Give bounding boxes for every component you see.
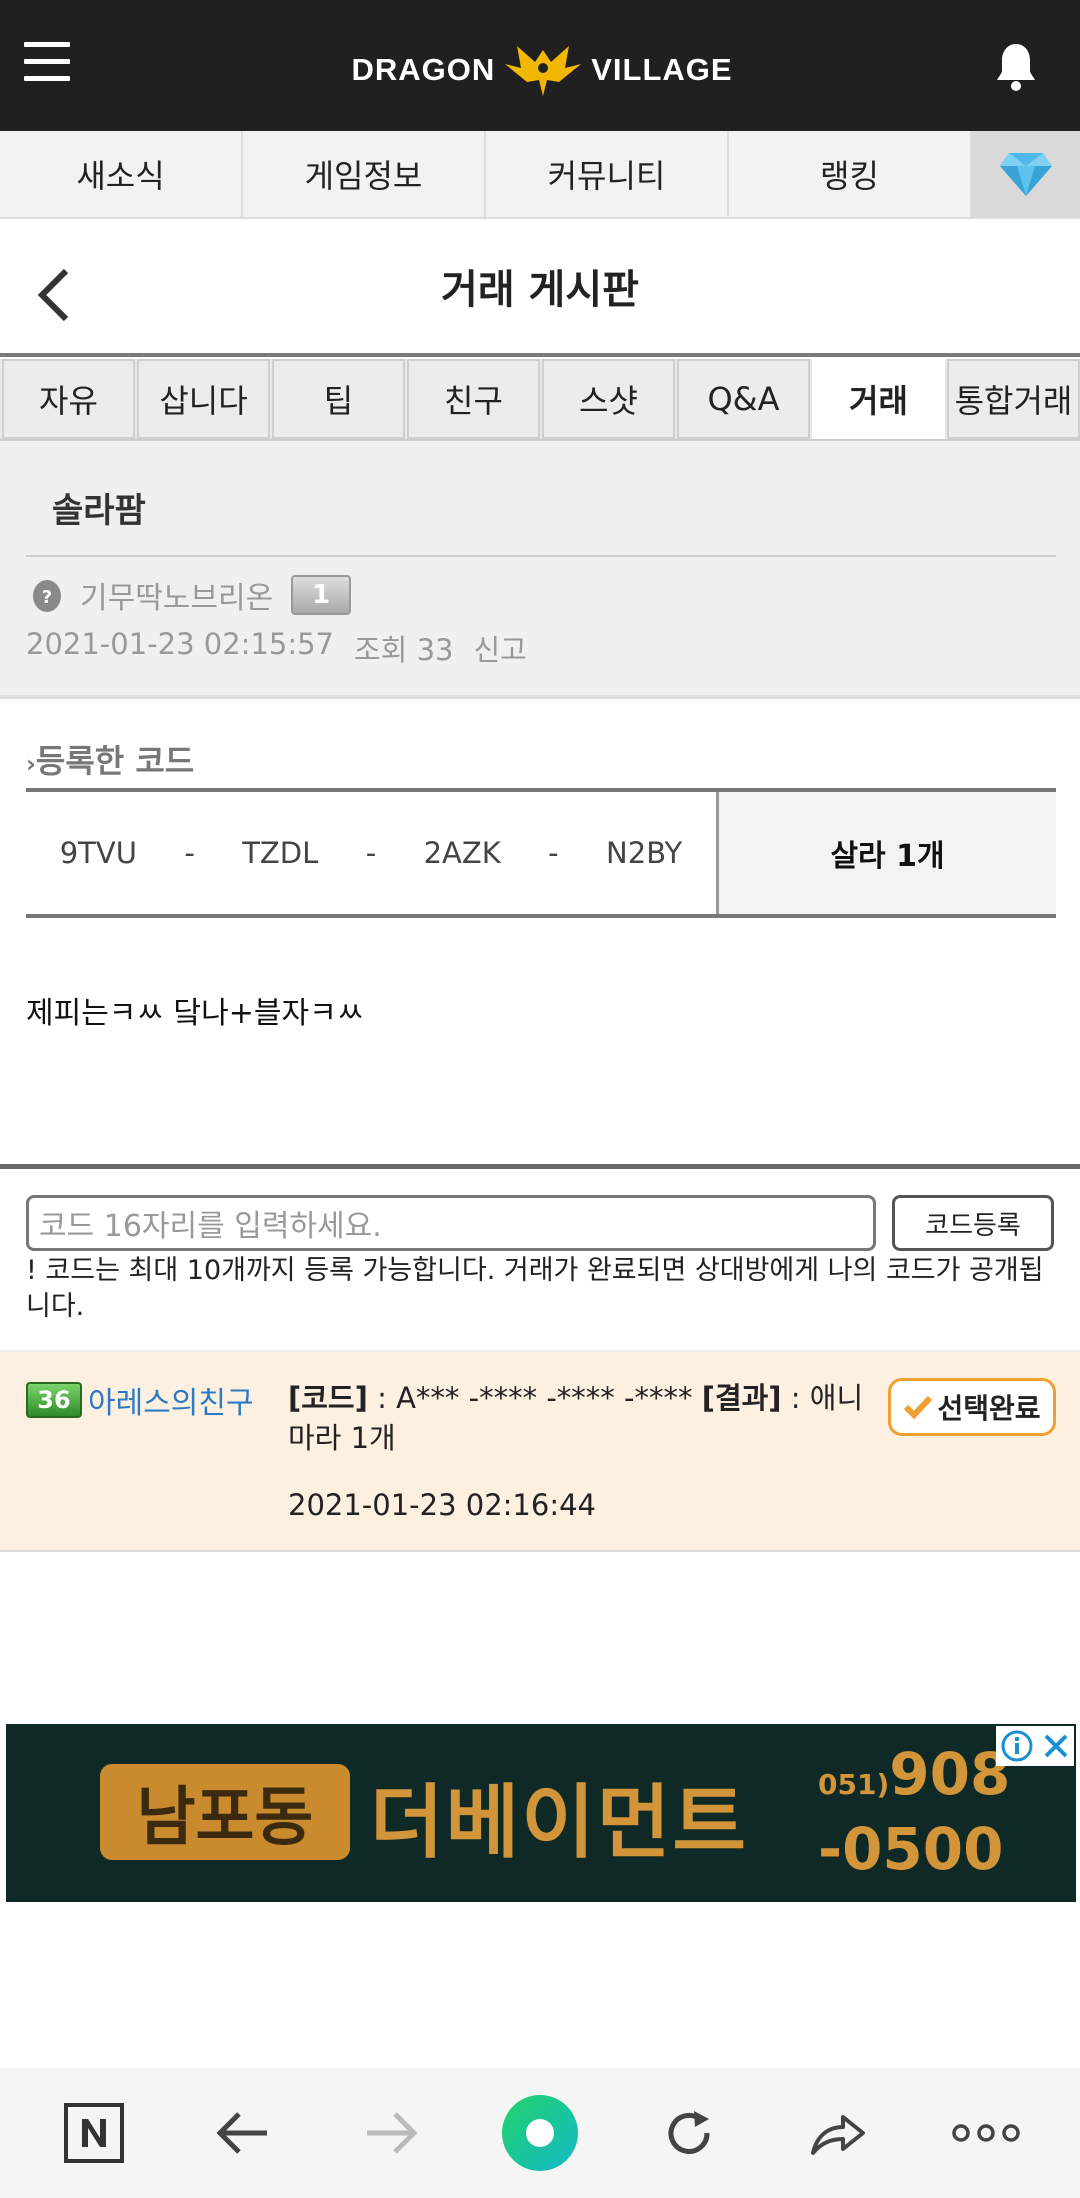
browser-toolbar	[0, 2068, 1080, 2198]
home-button[interactable]	[49, 2088, 139, 2178]
menu-icon[interactable]	[24, 42, 70, 82]
nav-item-game-info[interactable]: 게임정보	[243, 131, 486, 217]
dragon-logo-icon	[505, 46, 582, 96]
ad-phone-line2: -0500	[818, 1815, 1004, 1883]
chevron-right-icon: ›	[26, 750, 36, 778]
more-icon	[951, 2124, 1020, 2142]
tab-tips[interactable]: 팁	[272, 359, 405, 439]
nav-item-shop[interactable]	[972, 131, 1080, 217]
share-icon	[811, 2115, 866, 2155]
code-notice: ! 코드는 최대 10개까지 등록 가능합니다. 거래가 완료되면 상대방에게 …	[26, 1255, 1044, 1322]
offer-date: 2021-01-23 02:16:44	[288, 1488, 596, 1522]
code-section-title: ›등록한 코드	[26, 736, 194, 782]
bell-icon[interactable]	[994, 40, 1038, 92]
page-header: 거래 게시판	[0, 219, 1080, 357]
more-button[interactable]	[941, 2088, 1031, 2178]
green-circle-icon	[501, 2095, 578, 2171]
registered-code-box: 9TVU - TZDL - 2AZK - N2BY 살라 1개	[26, 788, 1056, 918]
ad-phone-line1: 908	[889, 1740, 1011, 1808]
tab-friends[interactable]: 친구	[407, 359, 540, 439]
code-separator: -	[365, 836, 377, 870]
code-section-label: 등록한 코드	[35, 742, 195, 780]
back-button[interactable]	[198, 2088, 288, 2178]
trade-offer: 36 아레스의친구 [코드] : A*** -**** -**** -**** …	[0, 1350, 1080, 1552]
arrow-left-icon	[216, 2112, 267, 2154]
code-part-4: N2BY	[606, 836, 683, 870]
code-separator: -	[548, 836, 559, 870]
select-complete-button[interactable]: 선택완료	[888, 1378, 1056, 1436]
offer-code-value: : A*** -**** -**** -****	[367, 1381, 702, 1415]
divider	[26, 555, 1056, 557]
offer-user-name[interactable]: 아레스의친구	[88, 1378, 254, 1422]
code-part-3: 2AZK	[423, 836, 501, 870]
code-part-1: 9TVU	[59, 836, 137, 870]
info-icon[interactable]	[1001, 1730, 1033, 1762]
tab-free[interactable]: 자유	[2, 359, 135, 439]
tab-trade[interactable]: 거래	[812, 359, 945, 439]
post-content: 제피는ㅋㅆ 닼나+블자ㅋㅆ	[26, 996, 365, 1031]
select-complete-label: 선택완료	[937, 1392, 1041, 1425]
code-input-section: 코드 16자리를 입력하세요. 코드등록 ! 코드는 최대 10개까지 등록 가…	[0, 1169, 1080, 1350]
share-button[interactable]	[792, 2088, 882, 2178]
arrow-right-icon	[367, 2112, 418, 2154]
code-input[interactable]: 코드 16자리를 입력하세요.	[26, 1195, 876, 1251]
diamond-icon	[1000, 153, 1052, 196]
post-views: 조회 33	[354, 633, 454, 667]
post-author: ? 기무딱노브리온 1	[32, 565, 352, 625]
tab-qna[interactable]: Q&A	[677, 359, 810, 439]
check-icon	[904, 1395, 933, 1420]
refresh-button[interactable]	[644, 2088, 734, 2178]
post-title: 솔라팜	[52, 491, 146, 531]
logo[interactable]: DRAGON VILLAGE	[344, 42, 740, 98]
author-level-badge: 1	[291, 575, 352, 615]
code-part-2: TZDL	[242, 836, 319, 870]
nav-item-news[interactable]: 새소식	[0, 131, 243, 217]
svg-text:?: ?	[42, 587, 52, 608]
tab-screenshots[interactable]: 스샷	[542, 359, 675, 439]
offer-code-label: [코드]	[288, 1381, 368, 1415]
offer-result-label: [결과]	[701, 1381, 782, 1415]
n-home-icon	[64, 2103, 125, 2163]
nav-item-community[interactable]: 커뮤니티	[486, 131, 729, 217]
ad-area-code: 051)	[818, 1768, 890, 1801]
board-tabs: 자유 삽니다 팁 친구 스샷 Q&A 거래 통합거래	[0, 359, 1080, 441]
egg-icon: ?	[33, 580, 61, 612]
post-meta: 2021-01-23 02:15:57 조회 33 신고	[26, 627, 527, 669]
register-code-button[interactable]: 코드등록	[892, 1195, 1054, 1251]
page-title: 거래 게시판	[441, 267, 639, 313]
logo-text-left: DRAGON	[351, 52, 496, 87]
code-parts: 9TVU - TZDL - 2AZK - N2BY	[26, 792, 716, 914]
code-separator: -	[184, 836, 195, 870]
green-dot-button[interactable]	[495, 2088, 585, 2178]
ad-phone: 051)908 -0500	[818, 1742, 1010, 1881]
report-link[interactable]: 신고	[473, 627, 526, 669]
tab-buy[interactable]: 삽니다	[137, 359, 270, 439]
main-nav: 새소식 게임정보 커뮤니티 랭킹	[0, 131, 1080, 219]
refresh-icon	[668, 2111, 710, 2154]
ad-controls	[996, 1726, 1074, 1766]
ad-name: 더베이먼트	[370, 1776, 748, 1869]
offer-level-badge: 36	[26, 1382, 82, 1418]
ad-banner[interactable]: 남포동 더베이먼트 051)908 -0500	[6, 1724, 1076, 1902]
nav-item-ranking[interactable]: 랭킹	[729, 131, 972, 217]
back-chevron-icon[interactable]	[34, 267, 74, 323]
post-header: 솔라팜 ? 기무딱노브리온 1 2021-01-23 02:15:57 조회 3…	[0, 441, 1080, 699]
top-bar: DRAGON VILLAGE	[0, 0, 1080, 131]
post-date: 2021-01-23 02:15:57	[26, 627, 334, 661]
forward-button[interactable]	[346, 2088, 436, 2178]
logo-text-right: VILLAGE	[591, 52, 733, 87]
code-status: 살라 1개	[716, 792, 1056, 914]
ad-badge: 남포동	[100, 1764, 350, 1860]
close-icon[interactable]	[1042, 1732, 1070, 1760]
author-name[interactable]: 기무딱노브리온	[80, 573, 273, 617]
offer-details: [코드] : A*** -**** -**** -**** [결과] : 애니마…	[288, 1378, 888, 1458]
tab-integrated-trade[interactable]: 통합거래	[947, 359, 1080, 439]
